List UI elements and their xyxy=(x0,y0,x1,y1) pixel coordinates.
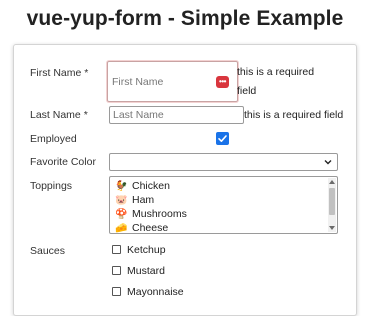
favorite-color-select[interactable] xyxy=(109,153,338,171)
sauce-option-mayonnaise[interactable]: Mayonnaise xyxy=(112,286,184,298)
topping-option-chicken[interactable]: 🐓 Chicken xyxy=(115,180,170,192)
last-name-input[interactable] xyxy=(109,106,244,124)
toppings-scrollbar[interactable] xyxy=(328,178,336,232)
topping-option-cheese[interactable]: 🧀 Cheese xyxy=(115,222,168,234)
password-manager-icon[interactable]: ••• xyxy=(216,76,229,88)
mushroom-icon: 🍄 xyxy=(115,209,128,220)
sauces-label: Sauces xyxy=(30,245,66,257)
last-name-label: Last Name * xyxy=(30,109,88,121)
first-name-input[interactable] xyxy=(109,63,209,100)
topping-option-ham[interactable]: 🐷 Ham xyxy=(115,194,154,206)
sauce-option-mustard[interactable]: Mustard xyxy=(112,265,165,277)
chicken-icon: 🐓 xyxy=(115,181,128,192)
employed-checkbox[interactable] xyxy=(216,132,229,145)
ketchup-checkbox[interactable] xyxy=(112,244,121,254)
favorite-color-label: Favorite Color xyxy=(30,156,96,168)
last-name-error: this is a required field xyxy=(244,109,344,121)
sauce-option-ketchup[interactable]: Ketchup xyxy=(112,244,166,256)
scroll-up-arrow-icon[interactable] xyxy=(329,180,335,184)
mustard-checkbox[interactable] xyxy=(112,265,121,275)
pig-icon: 🐷 xyxy=(115,195,128,206)
cheese-icon: 🧀 xyxy=(115,223,128,234)
first-name-field-wrapper: ••• xyxy=(107,61,238,102)
page-title: vue-yup-form - Simple Example xyxy=(26,7,344,30)
first-name-error-continued: field xyxy=(237,85,257,97)
mayonnaise-checkbox[interactable] xyxy=(112,286,121,296)
first-name-label: First Name * xyxy=(30,67,89,79)
checkmark-icon xyxy=(218,135,227,142)
topping-option-mushrooms[interactable]: 🍄 Mushrooms xyxy=(115,208,187,220)
toppings-label: Toppings xyxy=(30,180,73,192)
scroll-thumb[interactable] xyxy=(329,188,335,215)
chevron-down-icon xyxy=(324,160,332,165)
scroll-down-arrow-icon[interactable] xyxy=(329,226,335,230)
toppings-listbox[interactable]: 🐓 Chicken 🐷 Ham 🍄 Mushrooms 🧀 Cheese xyxy=(109,176,338,234)
employed-label: Employed xyxy=(30,133,77,145)
form-card: First Name * ••• this is a required fiel… xyxy=(13,44,357,316)
first-name-error: this is a required xyxy=(237,66,315,78)
